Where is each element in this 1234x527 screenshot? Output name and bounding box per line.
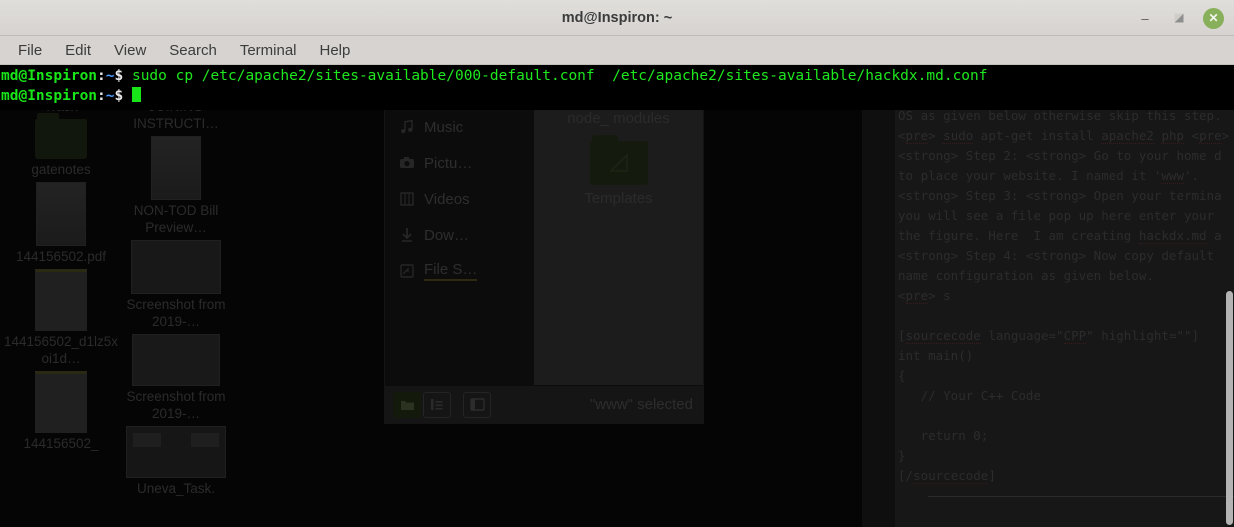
sidebar-item-videos[interactable]: Videos [385,181,534,217]
icon-view-button[interactable] [393,391,421,418]
editor-line: int main() [898,348,974,363]
pdf-icon [35,371,87,433]
image-icon [126,426,226,478]
desktop-icon-column-1: Trash gatenotes 144156502.pdf 144156502_… [2,96,120,456]
sidebar-item-downloads[interactable]: Dow… [385,217,534,253]
editor-divider [928,496,1234,497]
editor-text-content: <strong> Step 1: <strong> If you are new… [898,86,1229,486]
sidebar-item-label: Music [424,118,464,136]
terminal-line: md@Inspiron:~$ sudo cp /etc/apache2/site… [1,68,988,84]
menubar: File Edit View Search Terminal Help [0,36,1234,65]
desktop-item-label: 144156502_d1lz5xoi1d… [3,334,119,366]
editor-line: <strong> Step 2: <strong> Go to your hom… [898,148,1222,163]
menu-terminal[interactable]: Terminal [231,39,306,62]
sidebar-item-pictures[interactable]: Pictu… [385,145,534,181]
image-icon [132,334,220,386]
file-tile-label: Templates [584,190,653,207]
file-tile-label: node_ modules [567,110,670,127]
desktop-item[interactable]: Uneva_Task. [117,426,235,497]
desktop-item-label: NON-TOD Bill Preview… [133,203,219,235]
close-button[interactable]: ✕ [1203,7,1224,29]
editor-line: return 0; [898,428,989,443]
desktop-item[interactable]: 144156502_ [2,371,120,452]
editor-line: to place your website. I named it 'www'. [898,168,1200,184]
download-icon [399,227,415,243]
sidebar-item-file-system[interactable]: File S… [385,253,534,289]
editor-gutter [862,60,895,527]
editor-line: you will see a file pop up here enter yo… [898,208,1215,223]
minimize-button[interactable]: – [1135,8,1155,28]
video-icon [399,191,415,207]
desktop-item-label: 144156502_ [23,436,99,451]
filesystem-icon [399,263,415,279]
desktop-item[interactable]: 144156502.pdf [2,182,120,265]
desktop-item-label: gatenotes [31,162,91,177]
desktop-item-label: Uneva_Task. [136,481,216,496]
window-title: md@Inspiron: ~ [561,9,673,26]
menu-search[interactable]: Search [160,39,226,62]
window-controls: – ✕ [1135,0,1224,36]
editor-line: <pre> sudo apt-get install apache2 php <… [898,128,1230,144]
sidebar-item-music[interactable]: Music [385,109,534,145]
file-tile-templates[interactable]: Templates [534,135,703,209]
editor-content-area[interactable]: <strong> Step 1: <strong> If you are new… [895,60,1234,527]
sidebar-item-label: Videos [424,190,470,208]
terminal-window[interactable]: md@Inspiron: ~ – ✕ File Edit View Search… [0,0,1234,110]
list-view-button[interactable] [423,391,451,418]
desktop-item[interactable]: Screenshot from 2019-… [117,240,235,330]
terminal-cursor [131,86,141,102]
desktop-icon-column-2: JOINING INSTRUCTI… NON-TOD Bill Preview…… [117,96,235,501]
editor-line: { [898,368,906,383]
image-icon [131,240,221,294]
terminal-line: md@Inspiron:~$ [1,86,1234,107]
menu-help[interactable]: Help [311,39,360,62]
screen-root: Trash gatenotes 144156502.pdf 144156502_… [0,0,1234,527]
desktop-item[interactable]: gatenotes [2,113,120,178]
desktop-item-label: 144156502.pdf [15,249,107,264]
editor-panel[interactable]: <strong> Step 1: <strong> If you are new… [862,60,1234,527]
folder-template-icon [589,135,648,185]
editor-line: <strong> Step 3: <strong> Open your term… [898,188,1222,203]
selection-status-text: "www" selected [589,396,693,413]
editor-line: [sourcecode language="CPP" highlight=""] [898,328,1200,344]
editor-line: the figure. Here I am creating hackdx.md… [898,228,1222,244]
desktop-item-label: Screenshot from 2019-… [126,297,226,329]
menu-file[interactable]: File [9,39,51,62]
sidebar-item-label: Pictu… [424,154,473,172]
menu-edit[interactable]: Edit [56,39,100,62]
editor-line: } [898,448,906,463]
editor-scrollbar[interactable] [1226,291,1233,525]
file-manager-statusbar: "www" selected [385,385,703,423]
desktop-item[interactable]: NON-TOD Bill Preview… [117,136,235,236]
sidebar-item-label: File S… [424,261,478,281]
editor-line: [/sourcecode] [898,468,996,484]
camera-icon [399,155,415,171]
pdf-icon [35,269,87,331]
pdf-icon [36,182,86,246]
sidebar-item-label: Dow… [424,226,470,244]
folder-icon [35,113,87,159]
sidebar-toggle-button[interactable] [463,391,491,418]
maximize-button[interactable] [1169,8,1189,28]
editor-line: <strong> Step 4: <strong> Now copy defau… [898,248,1215,263]
desktop-item[interactable]: Screenshot from 2019-… [117,334,235,422]
editor-line: name configuration as given below. [898,268,1154,283]
editor-line: <pre> s [898,288,951,304]
desktop-item[interactable]: 144156502_d1lz5xoi1d… [2,269,120,367]
desktop-item-label: Screenshot from 2019-… [126,389,226,421]
music-icon [399,119,415,135]
menu-view[interactable]: View [105,39,155,62]
terminal-output[interactable]: md@Inspiron:~$ sudo cp /etc/apache2/site… [0,65,1234,110]
document-icon [151,136,201,200]
titlebar[interactable]: md@Inspiron: ~ – ✕ [0,0,1234,36]
editor-line: // Your C++ Code [898,388,1041,403]
